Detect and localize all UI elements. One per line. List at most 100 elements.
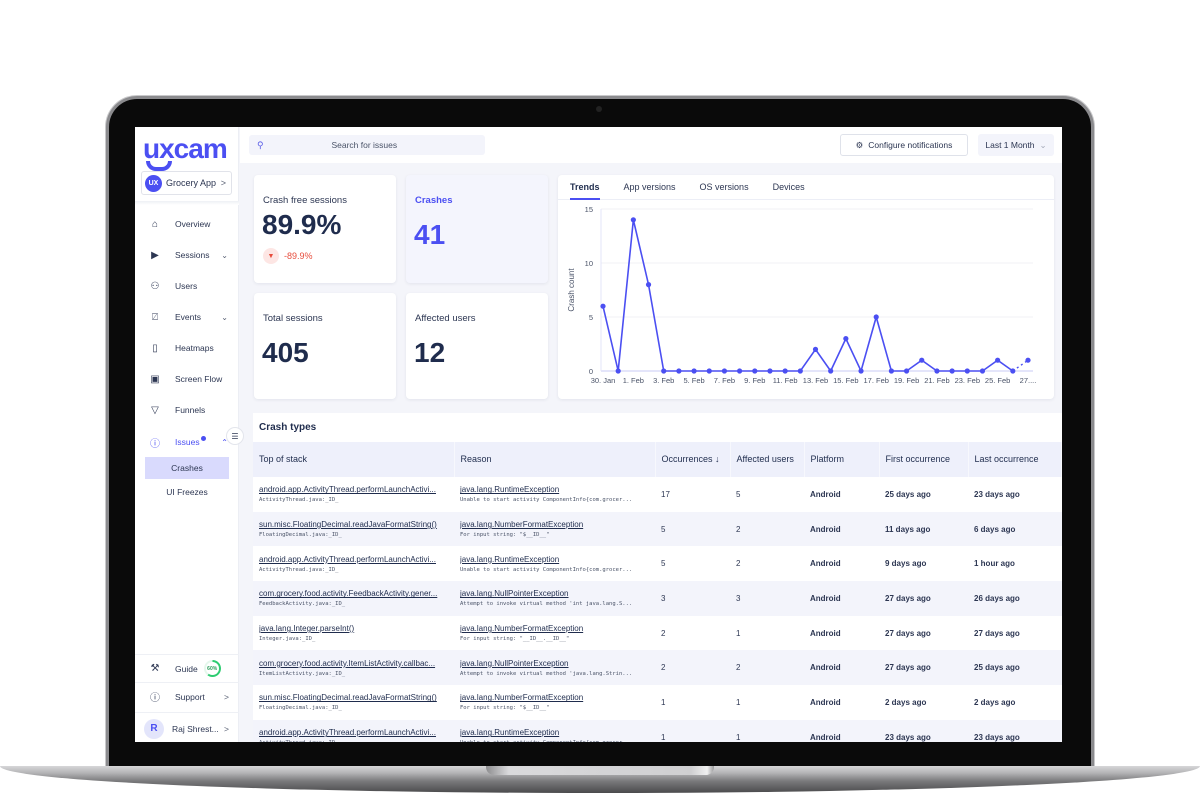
alert-circle-icon: ⓘ [150,438,160,450]
series-line-projected [1012,359,1029,372]
tab-os-versions[interactable]: OS versions [700,175,749,200]
column-header-platform[interactable]: Platform [804,442,880,477]
sidebar-item-label: Events [175,312,201,322]
sidebar-subitem-ui-freezes[interactable]: UI Freezes [145,481,229,503]
cell-reason: java.lang.RuntimeException Unable to star… [454,546,655,581]
stat-label: Total sessions [263,313,323,324]
table-row[interactable]: sun.misc.FloatingDecimal.readJavaFormatS… [253,511,1062,547]
data-point [600,303,606,309]
cell-top-of-stack: com.grocery.food.activity.ItemListActivi… [253,650,454,686]
search-input[interactable]: ⚲ Search for issues [249,135,485,155]
cell-reason: java.lang.NumberFormatException For input… [454,685,655,720]
cell-top-of-stack: android.app.ActivityThread.performLaunch… [253,477,454,512]
sidebar-guide[interactable]: ⚒ Guide 60% [135,654,239,682]
stack-link[interactable]: android.app.ActivityThread.performLaunch… [259,485,449,494]
reason-detail: Unable to start activity ComponentInfo{c… [460,566,633,573]
stack-link[interactable]: android.app.ActivityThread.performLaunch… [259,728,449,737]
guide-progress-ring: 60% [203,660,221,677]
reason-detail: For input string: "__ID__.__ID__" [460,636,570,643]
stack-link[interactable]: sun.misc.FloatingDecimal.readJavaFormatS… [259,520,449,529]
table-row[interactable]: sun.misc.FloatingDecimal.readJavaFormatS… [253,685,1062,720]
tab-devices[interactable]: Devices [773,175,805,200]
stack-link[interactable]: com.grocery.food.activity.FeedbackActivi… [259,589,449,598]
table-row[interactable]: com.grocery.food.activity.ItemListActivi… [253,650,1062,686]
collapse-sidebar-button[interactable]: ☰ [226,427,244,445]
column-header-affected-users[interactable]: Affected users [730,442,805,477]
cell-reason: java.lang.RuntimeException Unable to star… [454,477,655,512]
reason-link[interactable]: java.lang.RuntimeException [460,555,650,564]
column-header-first-occurrence[interactable]: First occurrence [879,442,969,477]
data-point [737,368,743,374]
data-point [979,368,986,374]
sidebar-subitem-crashes[interactable]: Crashes [145,457,229,479]
sidebar-item-label: Overview [175,219,211,229]
stack-link[interactable]: com.grocery.food.activity.ItemListActivi… [259,659,449,668]
data-point [888,368,894,374]
crash-types-title: Crash types [259,422,317,433]
avatar: R [144,718,164,739]
reason-detail: Unable to start activity ComponentInfo{c… [460,740,650,742]
chevron-down-icon: ⌄ [221,250,228,260]
cell-last-occurrence: 23 days ago [974,489,1020,499]
cell-occurrences: 1 [655,719,730,742]
tab-trends[interactable]: Trends [570,175,600,200]
reason-link[interactable]: java.lang.NullPointerException [460,659,650,668]
configure-notifications-button[interactable]: ⚙ Configure notifications [840,134,968,156]
sidebar-item-heatmaps[interactable]: ▯ Heatmaps [135,334,239,362]
table-row[interactable]: android.app.ActivityThread.performLaunch… [253,546,1062,581]
reason-link[interactable]: java.lang.RuntimeException [460,485,650,494]
y-tick-label: 15 [585,205,593,214]
sidebar-item-screen-flow[interactable]: ▣ Screen Flow [135,365,239,393]
reason-link[interactable]: java.lang.NumberFormatException [460,520,650,529]
sidebar-item-label: Heatmaps [175,343,214,353]
reason-link[interactable]: java.lang.RuntimeException [460,728,650,737]
chevron-right-icon: > [220,178,226,188]
stack-link[interactable]: java.lang.Integer.parseInt() [259,624,449,633]
y-tick-label: 5 [589,313,593,322]
cell-reason: java.lang.NumberFormatException For input… [454,511,655,547]
stat-value: 12 [414,337,446,368]
stack-link[interactable]: android.app.ActivityThread.performLaunch… [259,555,449,564]
crash-types-card: Crash types Top of stack Reason Occurren… [253,413,1062,742]
date-range-value: Last 1 Month [985,140,1035,150]
reason-link[interactable]: java.lang.NullPointerException [460,589,650,598]
data-point [706,368,712,374]
reason-detail: Unable to start activity ComponentInfo{c… [460,497,633,504]
column-header-reason[interactable]: Reason [454,442,656,477]
sidebar-item-overview[interactable]: ⌂ Overview [135,210,239,238]
table-row[interactable]: android.app.ActivityThread.performLaunch… [253,719,1062,742]
reason-link[interactable]: java.lang.NumberFormatException [460,624,650,633]
laptop-camera [596,106,602,112]
column-header-top-of-stack[interactable]: Top of stack [253,442,455,477]
column-header-last-occurrence[interactable]: Last occurrence [968,442,1062,477]
data-point [812,346,819,352]
sidebar-item-events[interactable]: ⍁ Events ⌄ [135,303,239,331]
laptop-notch [486,766,714,775]
table-row[interactable]: android.app.ActivityThread.performLaunch… [253,477,1062,512]
sidebar-support[interactable]: ⓘ Support > [135,682,239,710]
sidebar-user-profile[interactable]: R Raj Shrest... > [135,712,239,742]
data-point [934,368,940,374]
reason-link[interactable]: java.lang.NumberFormatException [460,693,650,702]
table-row[interactable]: com.grocery.food.activity.FeedbackActivi… [253,581,1062,616]
stack-link[interactable]: sun.misc.FloatingDecimal.readJavaFormatS… [259,693,449,702]
reason-detail: Attempt to invoke virtual method 'java.l… [460,670,633,677]
logo-smile-icon [146,161,172,171]
crashes-card[interactable]: Crashes 41 [406,175,548,283]
data-point [858,368,864,374]
column-header-occurrences[interactable]: Occurrences ↓ [655,442,731,477]
sidebar-item-issues[interactable]: ⓘ Issues ⌃ [135,428,239,456]
sidebar-item-sessions[interactable]: ▶ Sessions ⌄ [135,241,239,269]
series-line [602,219,1014,374]
app-switcher[interactable]: UX Grocery App > [141,171,232,195]
sidebar-item-users[interactable]: ⚇ Users [135,272,239,300]
support-label: Support [175,691,205,702]
x-tick-label: 25. Feb [985,376,1010,385]
date-range-select[interactable]: Last 1 Month ⌄ [978,134,1054,156]
table-row[interactable]: java.lang.Integer.parseInt() Integer.java… [253,616,1062,651]
cell-last-occurrence: 2 days ago [974,697,1016,707]
sidebar-item-funnels[interactable]: ▽ Funnels [135,396,239,424]
stat-value: 41 [414,219,446,250]
tab-app-versions[interactable]: App versions [624,175,676,200]
cell-last-occurrence: 26 days ago [968,581,1062,616]
